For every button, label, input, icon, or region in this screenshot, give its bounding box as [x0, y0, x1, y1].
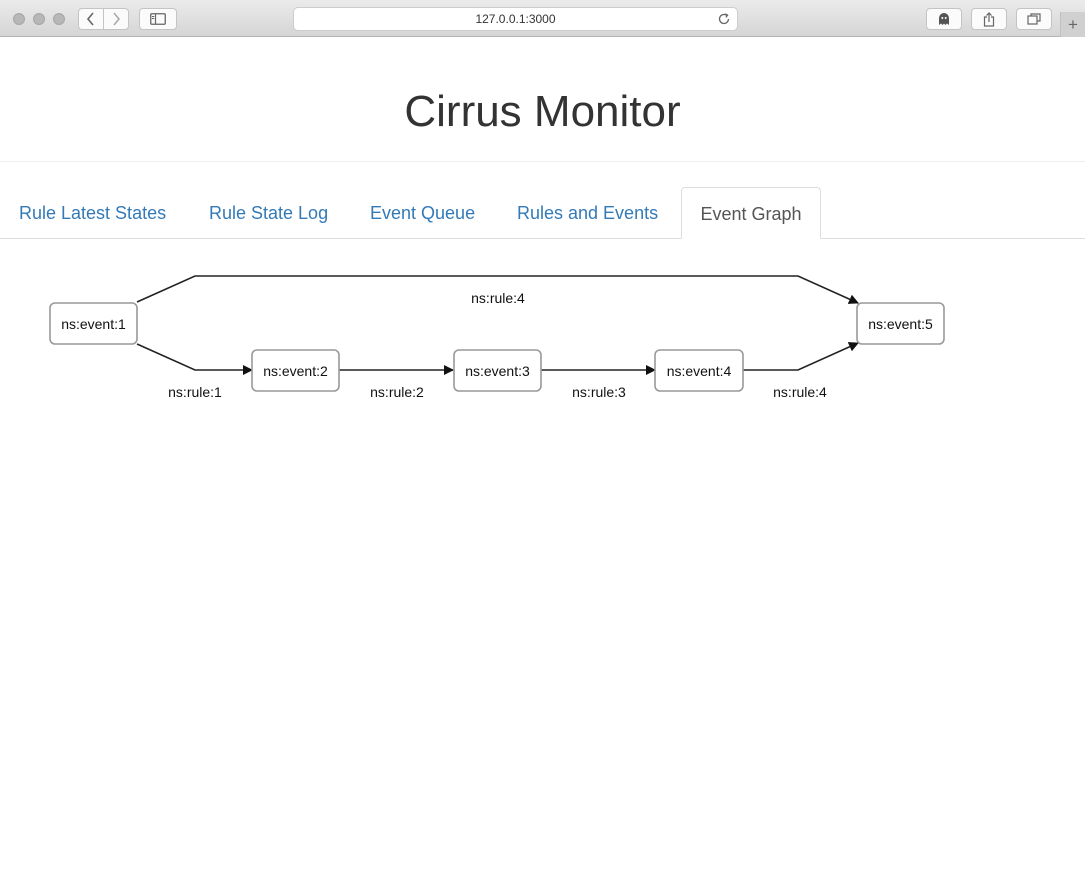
close-window-icon[interactable] [13, 13, 25, 25]
plus-icon: + [1068, 15, 1078, 34]
url-text: 127.0.0.1:3000 [475, 12, 556, 26]
back-icon [86, 12, 94, 26]
address-bar[interactable]: 127.0.0.1:3000 [293, 7, 738, 31]
back-button[interactable] [78, 8, 104, 30]
ghostery-icon [939, 13, 949, 25]
sidebar-icon [150, 13, 166, 25]
graph-node[interactable]: ns:event:5 [856, 302, 945, 345]
graph-edge: ns:rule:1 [136, 343, 253, 400]
forward-icon [113, 12, 121, 26]
tab-event-queue[interactable]: Event Queue [370, 187, 475, 239]
graph-edge: ns:rule:3 [541, 365, 656, 400]
edge-label: ns:rule:2 [370, 384, 424, 400]
tabs-icon [1027, 13, 1041, 25]
edge-label: ns:rule:4 [471, 290, 525, 306]
share-icon [983, 11, 995, 27]
node-label: ns:event:3 [465, 363, 530, 379]
graph-node[interactable]: ns:event:3 [453, 349, 542, 392]
graph-edge: ns:rule:4 [136, 275, 859, 306]
graph-node[interactable]: ns:event:4 [654, 349, 744, 392]
edge-label: ns:rule:3 [572, 384, 626, 400]
share-button[interactable] [971, 8, 1007, 30]
graph-edge: ns:rule:2 [339, 365, 454, 400]
ghostery-button[interactable] [926, 8, 962, 30]
tab-event-graph[interactable]: Event Graph [681, 187, 821, 239]
node-label: ns:event:2 [263, 363, 328, 379]
new-tab-button[interactable]: + [1060, 12, 1085, 37]
zoom-window-icon[interactable] [53, 13, 65, 25]
page-header: Cirrus Monitor [0, 38, 1085, 162]
tab-rule-latest-states[interactable]: Rule Latest States [19, 187, 166, 239]
graph-node[interactable]: ns:event:1 [49, 302, 138, 345]
node-label: ns:event:1 [61, 316, 126, 332]
minimize-window-icon[interactable] [33, 13, 45, 25]
event-graph: ns:rule:4 ns:rule:1 ns:rule:2 ns:rule:3 … [49, 275, 945, 400]
tab-rules-and-events[interactable]: Rules and Events [517, 187, 658, 239]
edge-label: ns:rule:4 [773, 384, 827, 400]
page-title: Cirrus Monitor [404, 87, 681, 136]
sidebar-button[interactable] [139, 8, 177, 30]
forward-button[interactable] [103, 8, 129, 30]
nav-tabs: Rule Latest States Rule State Log Event … [0, 187, 1085, 239]
node-label: ns:event:5 [868, 316, 933, 332]
show-tabs-button[interactable] [1016, 8, 1052, 30]
reload-icon[interactable] [717, 12, 731, 26]
browser-toolbar: 127.0.0.1:3000 + [0, 0, 1085, 37]
graph-node[interactable]: ns:event:2 [251, 349, 340, 392]
tab-rule-state-log[interactable]: Rule State Log [209, 187, 328, 239]
graph-edge: ns:rule:4 [743, 342, 859, 400]
edge-label: ns:rule:1 [168, 384, 222, 400]
node-label: ns:event:4 [667, 363, 732, 379]
